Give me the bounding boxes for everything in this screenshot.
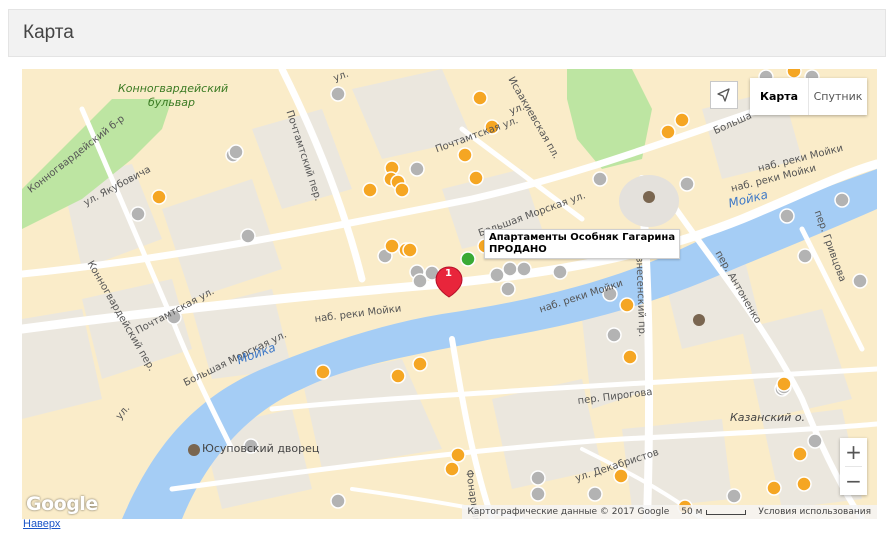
museum-icon: [693, 314, 705, 326]
marker-number: 1: [445, 268, 452, 279]
map-type-control[interactable]: Карта Спутник: [750, 78, 867, 115]
info-popup-title: Апартаменты Особняк Гагарина: [489, 232, 676, 243]
zoom-in-button[interactable]: +: [840, 438, 867, 466]
map-base[interactable]: [22, 69, 877, 519]
map-data-attribution[interactable]: Картографические данные © 2017 Google: [468, 507, 670, 517]
map-section-header: Карта: [8, 9, 886, 57]
selected-object-point[interactable]: [460, 251, 476, 267]
geolocation-button[interactable]: [710, 81, 738, 109]
label-kazansky: Казанский о.: [730, 411, 806, 424]
map-scale-label: 50 м: [681, 507, 703, 517]
map-scale-bar: [706, 509, 747, 515]
zoom-control[interactable]: + −: [840, 438, 867, 495]
map-type-satellite-button[interactable]: Спутник: [809, 78, 867, 115]
map-attribution-bar: Картографические данные © 2017 Google 50…: [461, 505, 877, 519]
palace-icon: [188, 444, 200, 456]
navigation-arrow-icon: [717, 88, 730, 102]
map-terms-link[interactable]: Условия использования: [758, 507, 871, 517]
label-yusupovsky: Юсуповский дворец: [202, 442, 320, 455]
info-popup[interactable]: Апартаменты Особняк Гагарина ПРОДАНО: [484, 229, 681, 259]
back-to-top-link[interactable]: Наверх: [23, 518, 60, 530]
google-logo[interactable]: Google: [26, 493, 98, 515]
cathedral-icon: [643, 191, 655, 203]
page-title: Карта: [23, 22, 74, 43]
label-konnogv-bulvar-2: бульвар: [148, 96, 196, 109]
label-konnogv-bulvar-1: Конногвардейский: [118, 82, 229, 95]
zoom-out-button[interactable]: −: [840, 467, 867, 495]
map-scale[interactable]: 50 м: [681, 507, 747, 517]
map-type-map-button[interactable]: Карта: [750, 78, 809, 115]
map-container[interactable]: 1 Конногвардейский бульвар ул. Якубовича…: [22, 69, 877, 519]
info-popup-status: ПРОДАНО: [489, 244, 547, 255]
